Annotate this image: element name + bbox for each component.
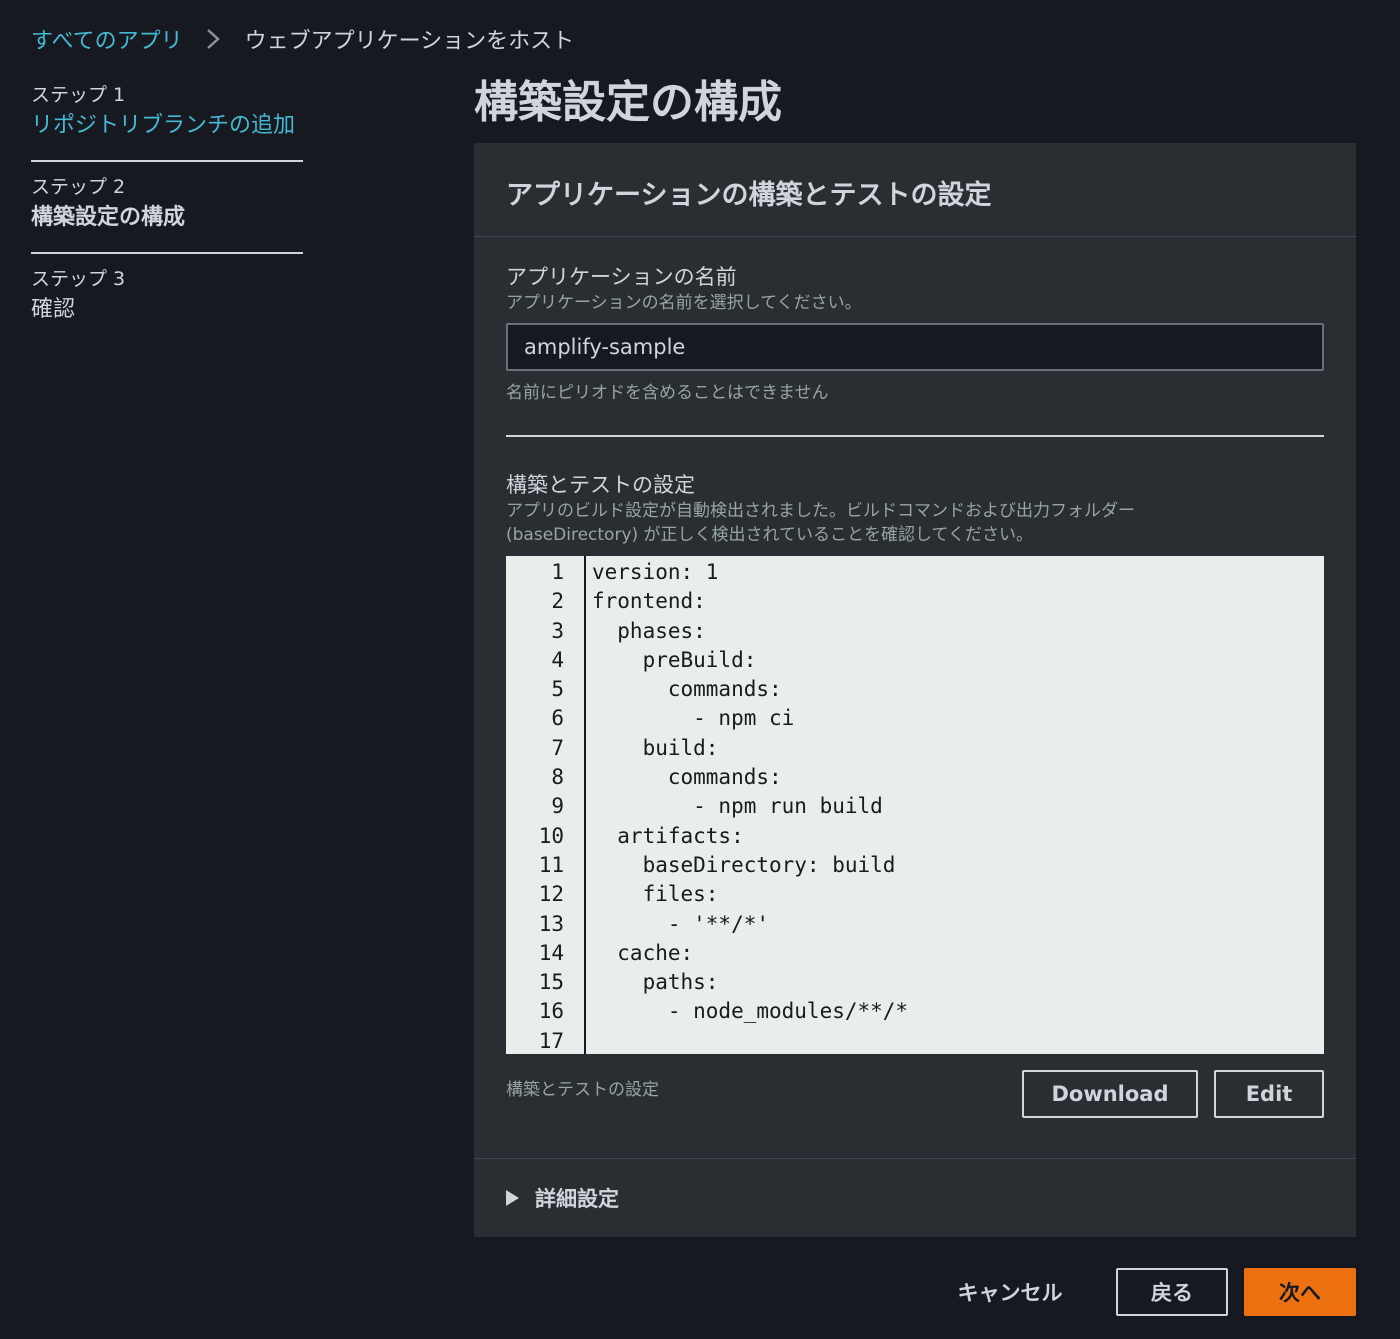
panel-header: アプリケーションの構築とテストの設定: [474, 143, 1356, 237]
breadcrumb-all-apps-link[interactable]: すべてのアプリ: [31, 23, 183, 55]
build-spec-code-editor[interactable]: 1 2 3 4 5 6 7 8 9 10 11 12 13 14 15 16 17 version: 1 fron…: [506, 556, 1324, 1054]
code-line: - node_modules/**/*: [592, 999, 909, 1024]
code-line: commands:: [592, 765, 782, 790]
code-line: paths:: [592, 970, 719, 995]
next-button[interactable]: 次へ: [1244, 1268, 1356, 1316]
code-footer-label: 構築とテストの設定: [506, 1080, 659, 1100]
step-1: ステップ 1 リポジトリブランチの追加: [31, 82, 303, 162]
build-settings-panel: アプリケーションの構築とテストの設定 アプリケーションの名前 アプリケーションの…: [474, 143, 1356, 1237]
code-line: cache:: [592, 940, 694, 965]
code-line: commands:: [592, 677, 782, 702]
step-3-title: 確認: [31, 297, 76, 322]
step-1-number: ステップ 1: [31, 84, 126, 106]
line-number: 4: [551, 647, 564, 672]
advanced-settings-toggle[interactable]: 詳細設定: [474, 1158, 1356, 1237]
app-name-input[interactable]: [506, 323, 1324, 371]
line-number: 7: [551, 735, 564, 760]
section-divider: [506, 435, 1324, 437]
download-button[interactable]: Download: [1022, 1070, 1198, 1118]
page-title: 構築設定の構成: [474, 77, 782, 128]
line-number-gutter: 1 2 3 4 5 6 7 8 9 10 11 12 13 14 15 16 17: [506, 556, 586, 1054]
step-2-number: ステップ 2: [31, 176, 126, 198]
edit-button[interactable]: Edit: [1214, 1070, 1324, 1118]
code-line: files:: [592, 882, 719, 907]
code-line: frontend:: [592, 589, 706, 614]
line-number: 14: [538, 940, 564, 965]
code-line: baseDirectory: build: [592, 852, 896, 877]
build-settings-description-1: アプリのビルド設定が自動検出されました。ビルドコマンドおよび出力フォルダー: [506, 501, 1135, 521]
code-line: - '**/*': [592, 911, 770, 936]
cancel-button[interactable]: キャンセル: [940, 1268, 1080, 1316]
app-name-label: アプリケーションの名前: [506, 265, 737, 289]
advanced-settings-label: 詳細設定: [535, 1187, 619, 1211]
line-number: 5: [551, 677, 564, 702]
line-number: 17: [538, 1028, 564, 1053]
line-number: 10: [538, 823, 564, 848]
line-number: 16: [538, 999, 564, 1024]
code-line: phases:: [592, 618, 706, 643]
code-line: - npm run build: [592, 794, 883, 819]
line-number: 6: [551, 706, 564, 731]
app-name-description: アプリケーションの名前を選択してください。: [506, 293, 862, 313]
code-line: preBuild:: [592, 647, 757, 672]
line-number: 9: [551, 794, 564, 819]
step-3-number: ステップ 3: [31, 268, 126, 290]
code-line: artifacts:: [592, 823, 744, 848]
build-settings-field: 構築とテストの設定 アプリのビルド設定が自動検出されました。ビルドコマンドおよび…: [506, 471, 1324, 547]
back-button[interactable]: 戻る: [1116, 1268, 1228, 1316]
app-name-hint: 名前にピリオドを含めることはできません: [506, 383, 829, 403]
step-3: ステップ 3 確認: [31, 266, 303, 344]
chevron-right-icon: [205, 28, 221, 50]
line-number: 8: [551, 765, 564, 790]
line-number: 12: [538, 882, 564, 907]
line-number: 1: [551, 560, 564, 584]
line-number: 11: [538, 852, 564, 877]
code-line: - npm ci: [592, 706, 795, 731]
breadcrumb-current: ウェブアプリケーションをホスト: [244, 29, 575, 54]
step-1-link[interactable]: リポジトリブランチの追加: [31, 110, 303, 142]
line-number: 3: [551, 618, 564, 643]
code-lines: version: 1 frontend: phases: preBuild: co…: [586, 556, 908, 1054]
code-line: build:: [592, 735, 719, 760]
breadcrumb: すべてのアプリ ウェブアプリケーションをホスト: [31, 24, 574, 54]
step-2: ステップ 2 構築設定の構成: [31, 174, 303, 254]
line-number: 13: [538, 911, 564, 936]
line-number: 2: [551, 589, 564, 614]
wizard-steps: ステップ 1 リポジトリブランチの追加 ステップ 2 構築設定の構成 ステップ …: [31, 82, 303, 356]
app-name-field: アプリケーションの名前 アプリケーションの名前を選択してください。 名前にピリオ…: [506, 263, 1324, 405]
step-2-title: 構築設定の構成: [31, 205, 186, 230]
line-number: 15: [538, 970, 564, 995]
caret-right-icon: [506, 1190, 519, 1206]
code-line: version: 1: [592, 560, 719, 584]
build-settings-label: 構築とテストの設定: [506, 473, 695, 497]
build-settings-description-2: (baseDirectory) が正しく検出されていることを確認してください。: [506, 525, 1034, 545]
